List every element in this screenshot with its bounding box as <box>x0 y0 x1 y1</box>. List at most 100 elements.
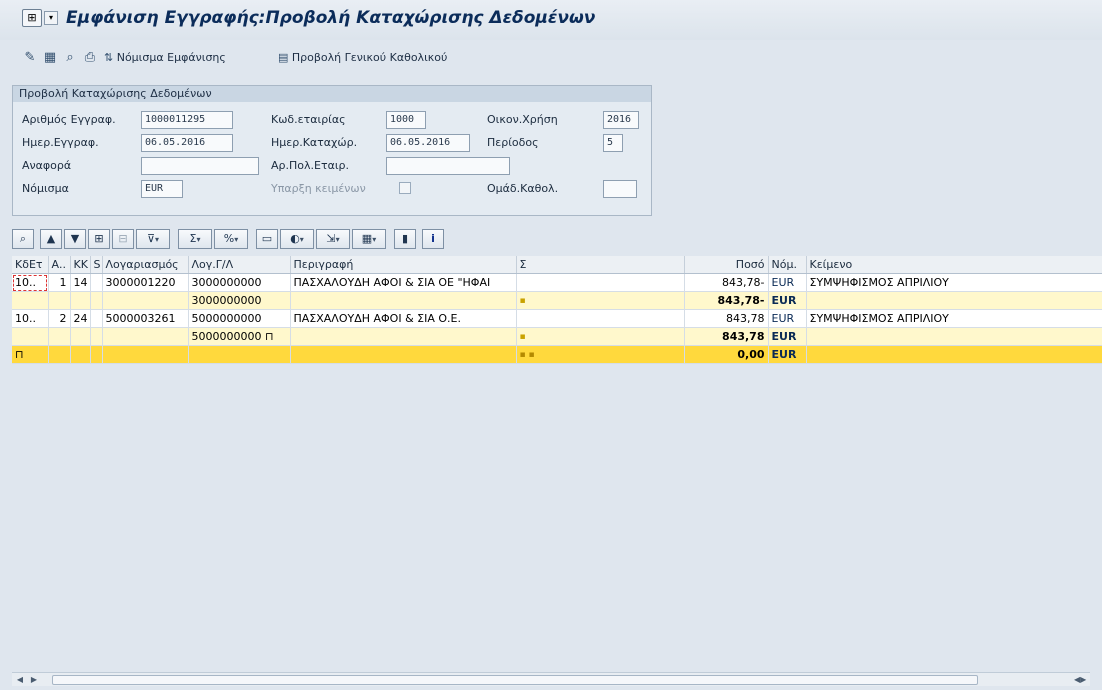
ledger-view-icon: ▤ <box>278 51 289 64</box>
edit-icon[interactable]: ✎ <box>22 50 38 66</box>
total-icon[interactable]: Σ▾ <box>178 229 212 249</box>
general-ledger-view-label: Προβολή Γενικού Καθολικού <box>291 51 448 64</box>
col-company[interactable]: ΚδΕτ <box>12 256 49 274</box>
total-level-icon: ▪ ▪ <box>516 345 685 364</box>
cell-sigma[interactable] <box>516 273 685 292</box>
doc-date-label: Ημερ.Εγγραφ. <box>22 136 99 149</box>
details-icon[interactable]: ⌕ <box>12 229 34 249</box>
col-gl-account[interactable]: Λογ.Γ/Λ <box>188 256 291 274</box>
cell-item[interactable]: 2 <box>48 309 71 328</box>
ledger-group-field[interactable] <box>603 180 637 198</box>
table-row[interactable]: 10.. 1 14 3000001220 3000000000 ΠΑΣΧΑΛΟΥ… <box>12 273 1102 292</box>
subtotal-row[interactable]: 5000000000 ⊓ ▪ 843,78 EUR <box>12 327 1102 346</box>
cell-company[interactable]: 10.. <box>12 309 49 328</box>
total-icon: ⊓ <box>12 345 49 364</box>
cell-gl-account[interactable]: 5000000000 ⊓ <box>188 327 291 346</box>
cell-text[interactable]: ΣΥΜΨΗΦΙΣΜΟΣ ΑΠΡΙΛΙΟΥ <box>806 309 1102 328</box>
filter-icon[interactable]: ⊽▾ <box>136 229 170 249</box>
scroll-right-icon[interactable]: ▶ <box>28 674 40 686</box>
subtotal-row[interactable]: 3000000000 ▪ 843,78- EUR <box>12 291 1102 310</box>
cell-amount[interactable]: 843,78- <box>684 291 769 310</box>
cell-gl-account[interactable]: 3000000000 <box>188 291 291 310</box>
col-currency[interactable]: Νόμ. <box>768 256 807 274</box>
cell-description[interactable]: ΠΑΣΧΑΛΟΥΔΗ ΑΦΟΙ & ΣΙΑ ΟΕ "ΗΦΑΙ <box>290 273 517 292</box>
graphic-icon[interactable]: ▮ <box>394 229 416 249</box>
cell-item[interactable]: 1 <box>48 273 71 292</box>
find-icon[interactable]: ⊞ <box>88 229 110 249</box>
col-posting-key[interactable]: ΚΚ <box>70 256 91 274</box>
fiscal-year-field[interactable]: 2016 <box>603 111 639 129</box>
doc-date-field[interactable]: 06.05.2016 <box>141 134 233 152</box>
cell-account[interactable]: 3000001220 <box>102 273 189 292</box>
print-preview-icon[interactable]: ▭ <box>256 229 278 249</box>
cell-currency[interactable]: EUR <box>768 291 807 310</box>
cell-currency[interactable]: EUR <box>768 345 807 364</box>
subtotal-level-icon: ▪ <box>516 327 685 346</box>
col-account[interactable]: Λογαριασμός <box>102 256 189 274</box>
cell-currency[interactable]: EUR <box>768 327 807 346</box>
cell-currency[interactable]: EUR <box>768 273 807 292</box>
cell-company[interactable]: 10.. <box>12 273 49 292</box>
cell-amount[interactable]: 843,78 <box>684 327 769 346</box>
scrollbar-thumb[interactable] <box>52 675 978 685</box>
posting-date-field[interactable]: 06.05.2016 <box>386 134 470 152</box>
sort-descending-icon[interactable]: ▼ <box>64 229 86 249</box>
cell-posting-key[interactable]: 14 <box>70 273 91 292</box>
reference-label: Αναφορά <box>22 159 72 172</box>
reference-field[interactable] <box>141 157 259 175</box>
cell-description[interactable]: ΠΑΣΧΑΛΟΥΔΗ ΑΦΟΙ & ΣΙΑ Ο.Ε. <box>290 309 517 328</box>
cell-s[interactable] <box>90 309 103 328</box>
col-description[interactable]: Περιγραφή <box>290 256 517 274</box>
cross-company-field[interactable] <box>386 157 510 175</box>
cell-currency[interactable]: EUR <box>768 309 807 328</box>
col-amount[interactable]: Ποσό <box>684 256 769 274</box>
print-icon[interactable]: ⎙ <box>82 50 98 66</box>
posting-date-label: Ημερ.Καταχώρ. <box>271 136 358 149</box>
cell-sigma[interactable] <box>516 309 685 328</box>
company-code-field[interactable]: 1000 <box>386 111 426 129</box>
info-icon[interactable]: i <box>422 229 444 249</box>
cell-text[interactable]: ΣΥΜΨΗΦΙΣΜΟΣ ΑΠΡΙΛΙΟΥ <box>806 273 1102 292</box>
texts-exist-label: Υπαρξη κειμένων <box>271 182 366 195</box>
currency-field[interactable]: EUR <box>141 180 183 198</box>
horizontal-scrollbar[interactable]: ◀ ▶ ◀▶ <box>12 672 1090 686</box>
sort-ascending-icon[interactable]: ▲ <box>40 229 62 249</box>
cell-posting-key[interactable]: 24 <box>70 309 91 328</box>
total-row[interactable]: ⊓ ▪ ▪ 0,00 EUR <box>12 345 1102 364</box>
ledger-group-label: Ομάδ.Καθολ. <box>487 182 559 195</box>
col-item[interactable]: Α.. <box>48 256 71 274</box>
subtotal-icon[interactable]: %▾ <box>214 229 248 249</box>
col-s[interactable]: S <box>90 256 103 274</box>
subtotal-icon: ⊓ <box>265 330 274 343</box>
layout-icon[interactable]: ▦▾ <box>352 229 386 249</box>
cell-account[interactable]: 5000003261 <box>102 309 189 328</box>
doc-number-label: Αριθμός Εγγραφ. <box>22 113 116 126</box>
cell-gl-account[interactable]: 3000000000 <box>188 273 291 292</box>
ledger-icon[interactable]: ▦ <box>42 50 58 66</box>
col-sigma[interactable]: Σ <box>516 256 685 274</box>
texts-exist-checkbox[interactable] <box>399 182 411 194</box>
system-menu-dropdown-icon[interactable]: ▾ <box>44 11 58 25</box>
col-text[interactable]: Κείμενο <box>806 256 1102 274</box>
display-doc-icon[interactable]: ⌕ <box>62 50 78 66</box>
subtotal-level-icon: ▪ <box>516 291 685 310</box>
general-ledger-view-button[interactable]: ▤ Προβολή Γενικού Καθολικού <box>278 49 447 67</box>
find-next-icon[interactable]: ⊟ <box>112 229 134 249</box>
period-field[interactable]: 5 <box>603 134 623 152</box>
cell-amount[interactable]: 843,78 <box>684 309 769 328</box>
company-code-label: Κωδ.εταιρίας <box>271 113 346 126</box>
doc-number-field[interactable]: 1000011295 <box>141 111 233 129</box>
system-menu-icon[interactable]: ⊞ <box>22 9 42 27</box>
export-icon[interactable]: ⇲▾ <box>316 229 350 249</box>
display-currency-button[interactable]: ⇅ Νόμισμα Εμφάνισης <box>104 49 226 67</box>
period-label: Περίοδος <box>487 136 539 149</box>
scroll-end-icon[interactable]: ◀▶ <box>1074 674 1086 686</box>
views-icon[interactable]: ◐▾ <box>280 229 314 249</box>
cell-s[interactable] <box>90 273 103 292</box>
cell-amount[interactable]: 0,00 <box>684 345 769 364</box>
cell-amount[interactable]: 843,78- <box>684 273 769 292</box>
cross-company-label: Αρ.Πολ.Εταιρ. <box>271 159 350 172</box>
scroll-left-icon[interactable]: ◀ <box>14 674 26 686</box>
cell-gl-account[interactable]: 5000000000 <box>188 309 291 328</box>
table-row[interactable]: 10.. 2 24 5000003261 5000000000 ΠΑΣΧΑΛΟΥ… <box>12 309 1102 328</box>
